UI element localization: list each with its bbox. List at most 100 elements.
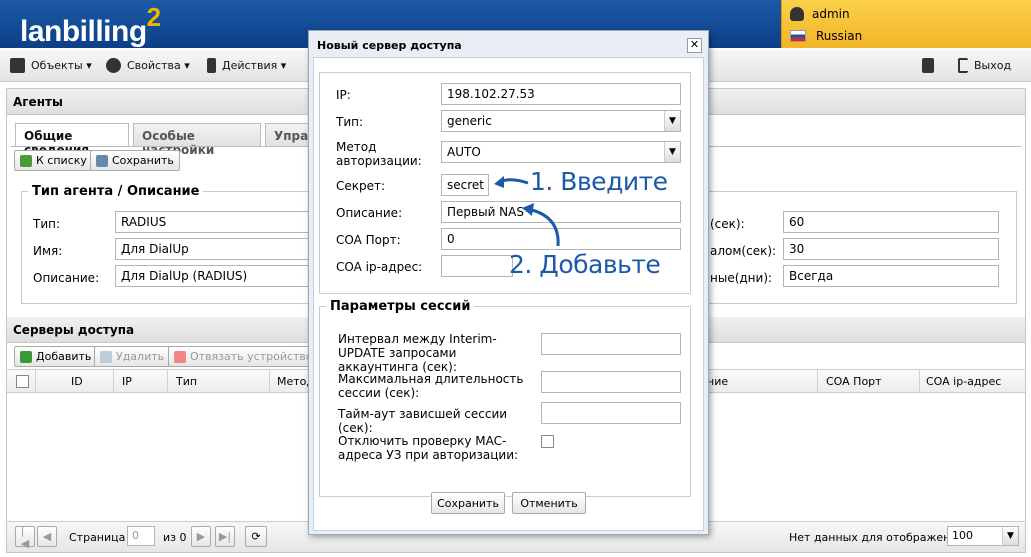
calculator-button[interactable] xyxy=(922,58,940,73)
select-all-checkbox[interactable] xyxy=(16,375,29,388)
interval-label: алом(сек): xyxy=(710,244,777,258)
interval-field[interactable]: 30 xyxy=(783,238,999,260)
type-value: generic xyxy=(447,114,492,128)
logout-label: Выход xyxy=(974,59,1012,72)
arrowhead-step2 xyxy=(522,203,534,216)
col-id[interactable]: ID xyxy=(71,375,83,388)
arrowhead-step1 xyxy=(494,176,504,188)
interim-label: Интервал между Interim-UPDATE запросами … xyxy=(338,332,497,374)
grid-sep xyxy=(919,370,920,392)
unbind-device-label: Отвязать устройство xyxy=(190,350,313,363)
first-page-button[interactable]: |◀ xyxy=(15,524,35,550)
dialog-title: Новый сервер доступа xyxy=(317,39,462,52)
back-to-list-button[interactable]: К списку xyxy=(14,150,93,171)
grid-sep xyxy=(817,370,818,392)
logout-icon xyxy=(958,58,968,73)
arrow-step1 xyxy=(499,178,529,185)
page-input[interactable]: 0 xyxy=(127,526,155,546)
page-label: Страница xyxy=(69,531,126,544)
page-size-select[interactable]: 100 ▼ xyxy=(947,526,1019,546)
secret-label: Секрет: xyxy=(336,179,386,193)
tab-general[interactable]: Общие сведения xyxy=(15,123,129,157)
grid-sep xyxy=(269,370,270,392)
grid-sep xyxy=(167,370,168,392)
col-coa-port[interactable]: COA Порт xyxy=(826,375,882,388)
add-server-label: Добавить xyxy=(36,350,92,363)
save-button[interactable]: Сохранить xyxy=(90,150,180,171)
ip-label: IP: xyxy=(336,88,351,102)
recycle-icon xyxy=(100,350,112,363)
coa-ip-label: COA ip-адрес: xyxy=(336,260,423,274)
menu-objects-label: Объекты xyxy=(31,59,83,72)
next-page-button[interactable]: ▶ xyxy=(191,526,211,547)
calculator-icon xyxy=(922,58,934,73)
mac-check-checkbox[interactable] xyxy=(541,435,554,448)
save-label: Сохранить xyxy=(112,154,174,167)
new-access-server-dialog: Новый сервер доступа ✕ IP: 198.102.27.53… xyxy=(308,30,709,535)
name-field[interactable]: Для DialUp xyxy=(115,238,315,260)
back-to-list-label: К списку xyxy=(36,154,87,167)
grid-sep xyxy=(113,370,114,392)
prev-page-button[interactable]: ◀ xyxy=(37,526,57,547)
timeout-field[interactable]: 60 xyxy=(783,211,999,233)
tab-special-settings[interactable]: Особые настройки xyxy=(133,123,261,157)
days-field[interactable]: Всегда xyxy=(783,265,999,287)
logo: lanbilling2 xyxy=(20,2,161,48)
refresh-button[interactable]: ⟳ xyxy=(245,526,267,547)
minus-icon xyxy=(174,350,186,363)
dialog-body: IP: 198.102.27.53 Тип: generic ▼ Метод ав… xyxy=(313,57,704,531)
no-data-label: Нет данных для отображения xyxy=(789,531,965,544)
language-selector[interactable]: Russian xyxy=(790,26,862,46)
gear-icon xyxy=(106,58,121,73)
auth-method-label: Метод авторизации: xyxy=(336,140,422,168)
menu-properties-label: Свойства xyxy=(127,59,181,72)
close-icon[interactable]: ✕ xyxy=(687,38,702,53)
menu-actions[interactable]: Действия ▾ xyxy=(207,58,286,73)
delete-server-button[interactable]: Удалить xyxy=(94,346,171,367)
col-type[interactable]: Тип xyxy=(176,375,197,388)
session-timeout-label: Тайм-аут зависшей сессии (сек): xyxy=(338,407,508,435)
type-label: Тип: xyxy=(33,217,61,231)
interim-input[interactable] xyxy=(541,333,681,355)
menu-properties[interactable]: Свойства ▾ xyxy=(106,58,190,73)
hourglass-icon xyxy=(207,58,216,73)
refresh-icon: ⟳ xyxy=(251,530,261,543)
ip-input[interactable]: 198.102.27.53 xyxy=(441,83,681,105)
description-field[interactable]: Для DialUp (RADIUS) xyxy=(115,265,315,287)
arrow-step2 xyxy=(531,208,560,247)
chevron-down-icon: ▼ xyxy=(1002,527,1018,545)
last-page-button[interactable]: ▶| xyxy=(215,526,235,547)
description-label: Описание: xyxy=(33,271,100,285)
max-duration-input[interactable] xyxy=(541,371,681,393)
unbind-device-button[interactable]: Отвязать устройство xyxy=(168,346,319,367)
menu-actions-label: Действия xyxy=(222,59,278,72)
russia-flag-icon xyxy=(790,30,806,42)
add-server-button[interactable]: Добавить xyxy=(14,346,98,367)
col-ip[interactable]: IP xyxy=(122,375,132,388)
username: admin xyxy=(812,7,850,21)
grid-sep xyxy=(35,370,36,392)
auth-method-value: AUTO xyxy=(447,145,481,159)
user-menu[interactable]: admin xyxy=(790,4,850,24)
type-select[interactable]: generic ▼ xyxy=(441,110,681,132)
name-label: Имя: xyxy=(33,244,63,258)
session-timeout-input[interactable] xyxy=(541,402,681,424)
coa-port-label: COA Порт: xyxy=(336,233,401,247)
plus-icon xyxy=(20,350,32,363)
page-size-value: 100 xyxy=(952,529,973,542)
col-coa-ip[interactable]: COA ip-адрес xyxy=(926,375,1001,388)
agent-type-legend: Тип агента / Описание xyxy=(32,184,200,199)
dialog-save-button[interactable]: Сохранить xyxy=(431,492,505,514)
auth-method-select[interactable]: AUTO ▼ xyxy=(441,141,681,163)
description-label: Описание: xyxy=(336,206,403,220)
menu-objects[interactable]: Объекты ▾ xyxy=(10,58,92,73)
days-label: ные(дни): xyxy=(710,271,773,285)
delete-server-label: Удалить xyxy=(116,350,165,363)
timeout-label: (сек): xyxy=(710,217,745,231)
user-icon xyxy=(790,7,804,21)
type-field[interactable]: RADIUS xyxy=(115,211,315,233)
col-description[interactable]: ние xyxy=(707,375,728,388)
session-legend: Параметры сессий xyxy=(330,299,471,314)
logout-button[interactable]: Выход xyxy=(958,58,1011,73)
dialog-cancel-button[interactable]: Отменить xyxy=(512,492,586,514)
